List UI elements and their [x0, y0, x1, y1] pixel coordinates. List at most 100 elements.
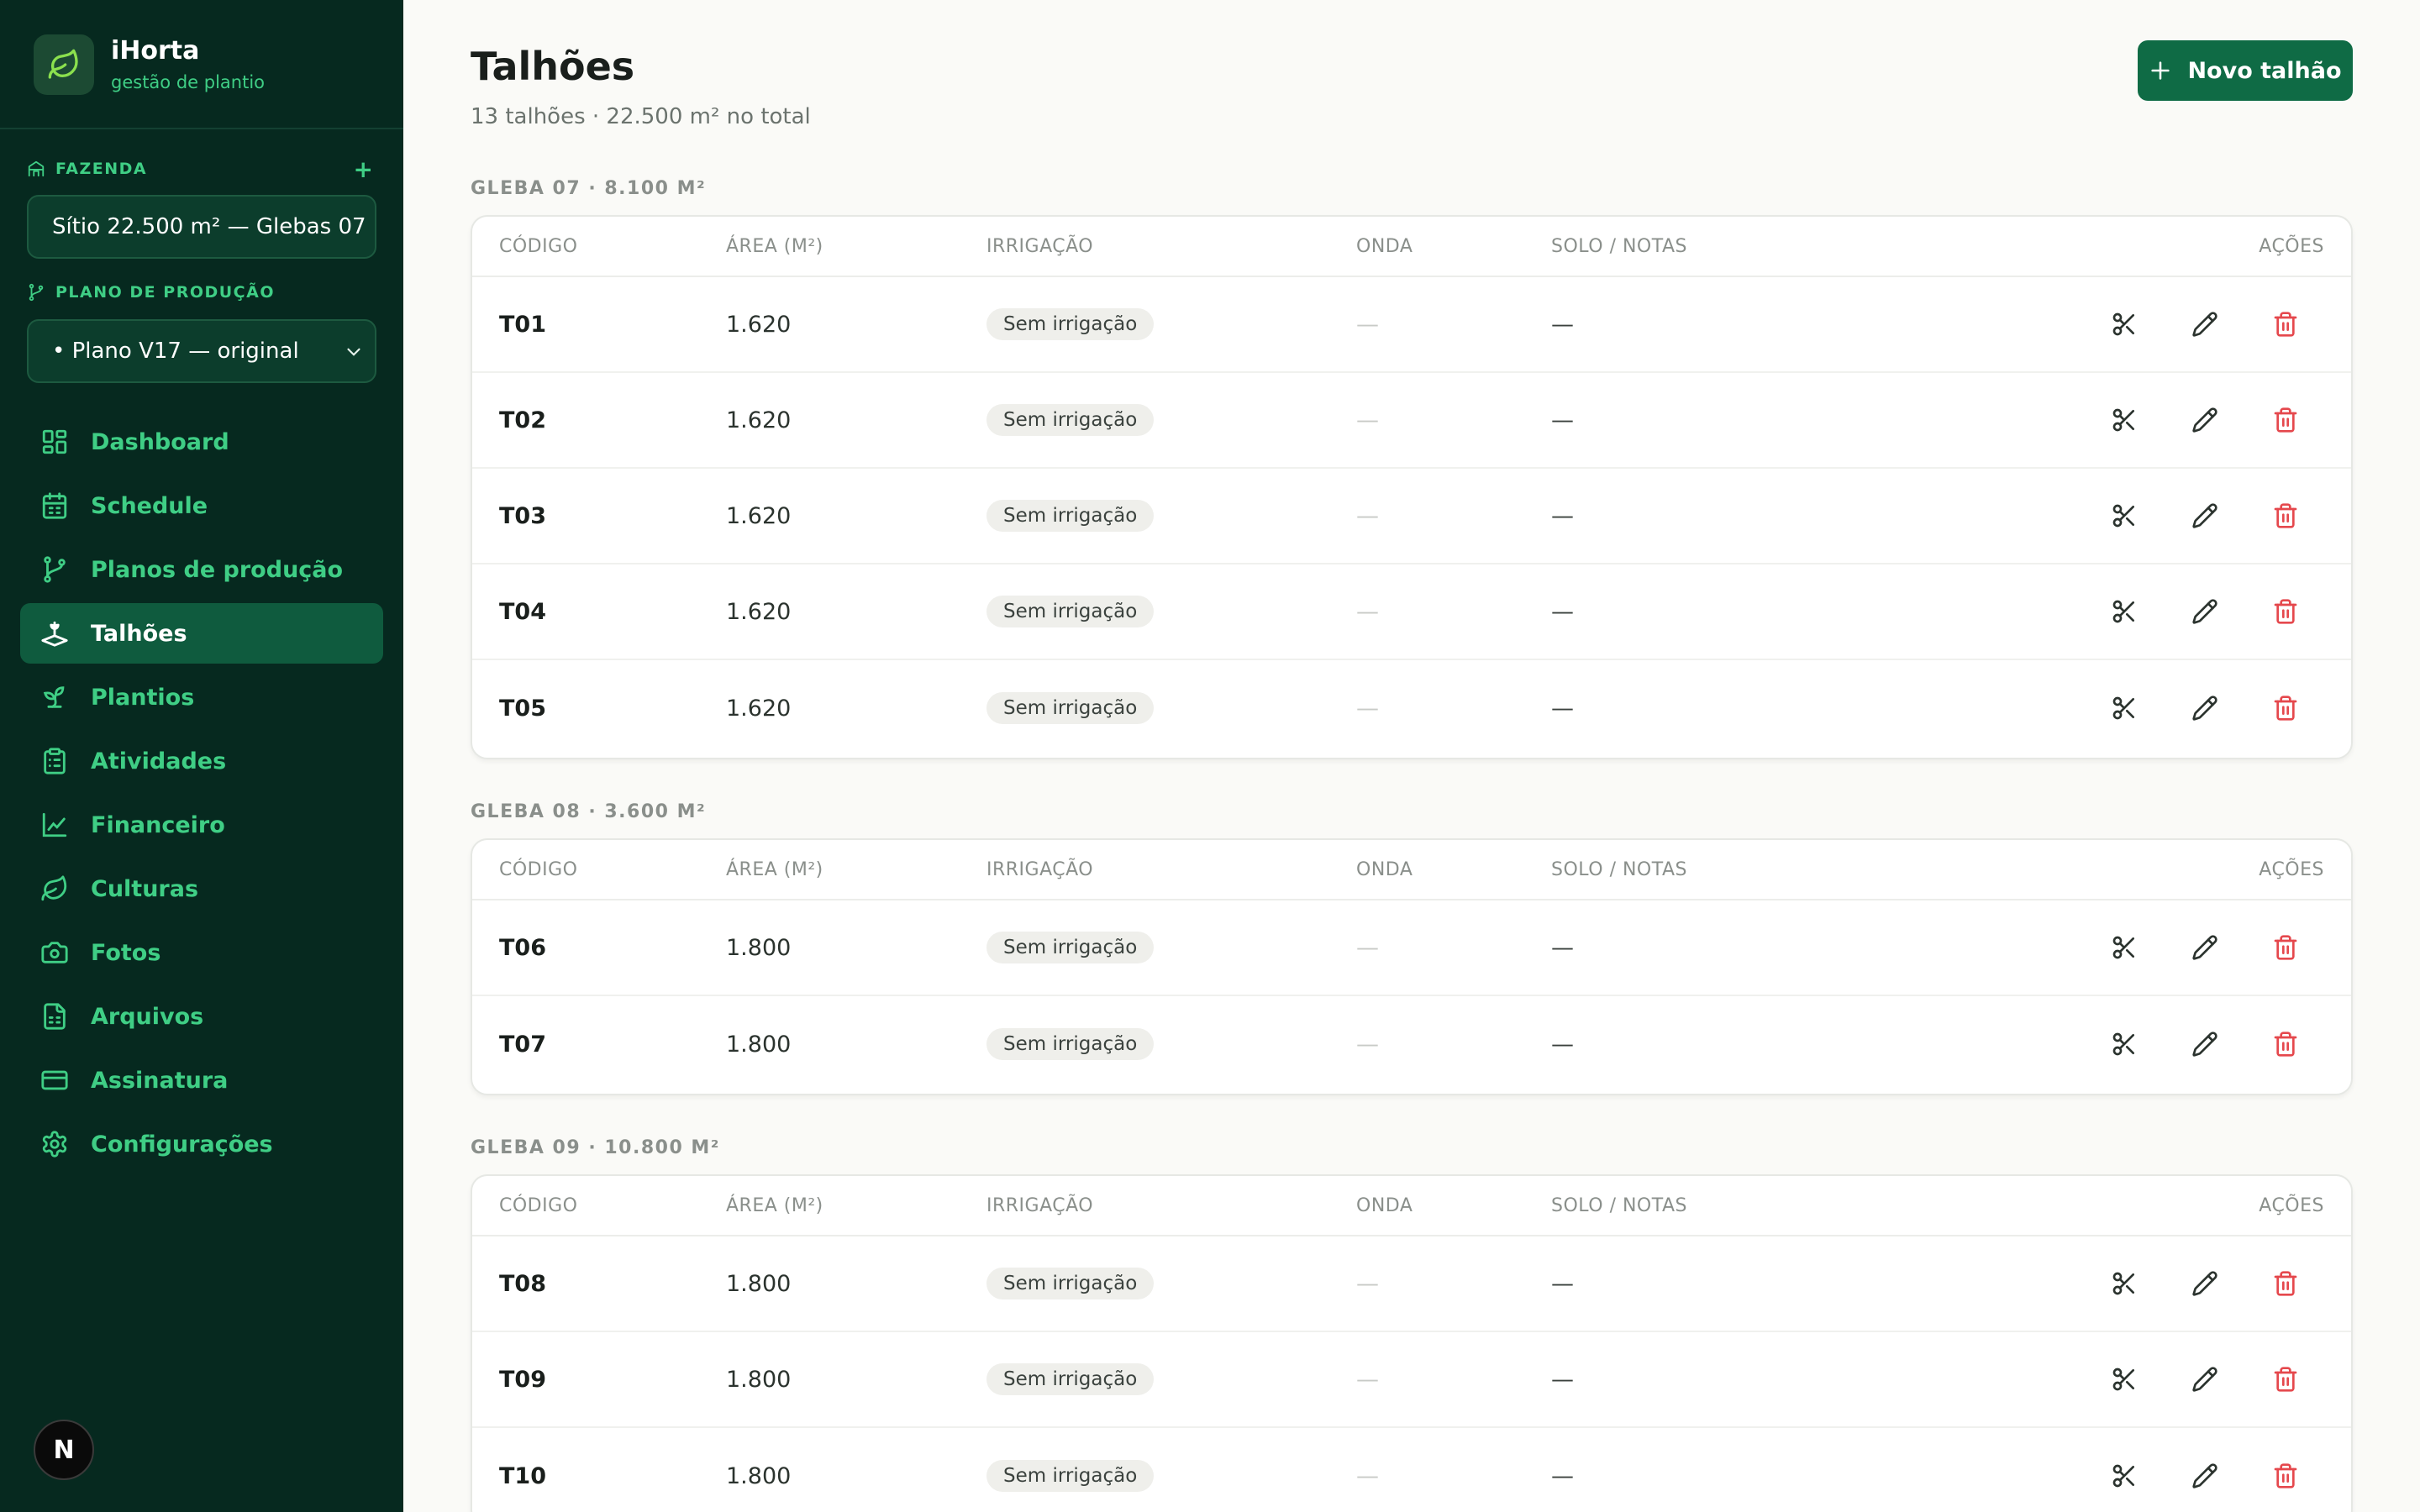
split-scissors-icon[interactable]: [2107, 403, 2141, 437]
sidebar-item-planos[interactable]: Planos de produção: [20, 539, 383, 600]
delete-trash-icon[interactable]: [2269, 931, 2302, 964]
new-talhao-button[interactable]: Novo talhão: [2138, 40, 2353, 101]
add-farm-button[interactable]: +: [354, 158, 373, 181]
split-scissors-icon[interactable]: [2107, 931, 2141, 964]
edit-pencil-icon[interactable]: [2188, 1362, 2222, 1396]
credit-card-icon: [41, 1070, 68, 1090]
talhoes-table: CÓDIGO ÁREA (M²) IRRIGAÇÃO ONDA SOLO / NOTAS…: [471, 1174, 2353, 1512]
irrigation-badge: Sem irrigação: [986, 1363, 1155, 1395]
cell-code: T02: [499, 407, 546, 433]
table-header: CÓDIGO ÁREA (M²) IRRIGAÇÃO ONDA SOLO / NOTAS…: [472, 217, 2351, 277]
edit-pencil-icon[interactable]: [2188, 1027, 2222, 1061]
sidebar-item-culturas[interactable]: Culturas: [20, 858, 383, 919]
delete-trash-icon[interactable]: [2269, 403, 2302, 437]
sidebar-item-assinatura[interactable]: Assinatura: [20, 1050, 383, 1110]
row-actions: [2060, 931, 2302, 964]
col-soil: SOLO / NOTAS: [1551, 1194, 1687, 1216]
farm-select[interactable]: Sítio 22.500 m² — Glebas 07/08/09: [27, 195, 376, 259]
edit-pencil-icon[interactable]: [2188, 1459, 2222, 1493]
cell-area: 1.620: [726, 407, 792, 433]
delete-trash-icon[interactable]: [2269, 691, 2302, 725]
irrigation-badge: Sem irrigação: [986, 308, 1155, 340]
table-row: T04 1.620 Sem irrigação — —: [472, 564, 2351, 660]
leaf-icon: [41, 875, 67, 901]
table-row: T09 1.800 Sem irrigação — —: [472, 1332, 2351, 1428]
split-scissors-icon[interactable]: [2107, 1027, 2141, 1061]
split-scissors-icon[interactable]: [2107, 595, 2141, 628]
table-header: CÓDIGO ÁREA (M²) IRRIGAÇÃO ONDA SOLO / NOTAS…: [472, 840, 2351, 900]
cell-wave: —: [1356, 1031, 1379, 1058]
calendar-icon: [42, 492, 67, 519]
edit-pencil-icon[interactable]: [2188, 1267, 2222, 1300]
cell-code: T10: [499, 1462, 546, 1489]
cell-code: T03: [499, 502, 546, 529]
cell-area: 1.800: [726, 1031, 792, 1058]
cell-area: 1.620: [726, 598, 792, 625]
cell-wave: —: [1356, 311, 1379, 338]
cell-soil: —: [1551, 1462, 1574, 1489]
plan-select[interactable]: • Plano V17 — original: [27, 319, 376, 383]
split-scissors-icon[interactable]: [2107, 1362, 2141, 1396]
delete-trash-icon[interactable]: [2269, 595, 2302, 628]
sidebar-item-atividades[interactable]: Atividades: [20, 731, 383, 791]
sidebar-item-schedule[interactable]: Schedule: [20, 475, 383, 536]
split-scissors-icon[interactable]: [2107, 307, 2141, 341]
sidebar-item-fotos[interactable]: Fotos: [20, 922, 383, 983]
col-irrigation: IRRIGAÇÃO: [986, 1194, 1094, 1216]
row-actions: [2060, 1362, 2302, 1396]
sidebar-item-plantios[interactable]: Plantios: [20, 667, 383, 727]
edit-pencil-icon[interactable]: [2188, 595, 2222, 628]
brand[interactable]: iHorta gestão de plantio: [34, 34, 265, 96]
cell-wave: —: [1356, 598, 1379, 625]
sidebar-item-arquivos[interactable]: Arquivos: [20, 986, 383, 1047]
delete-trash-icon[interactable]: [2269, 307, 2302, 341]
row-actions: [2060, 1267, 2302, 1300]
col-irrigation: IRRIGAÇÃO: [986, 858, 1094, 880]
edit-pencil-icon[interactable]: [2188, 499, 2222, 533]
edit-pencil-icon[interactable]: [2188, 307, 2222, 341]
group-label: GLEBA 08 · 3.600 M²: [471, 801, 707, 822]
delete-trash-icon[interactable]: [2269, 1267, 2302, 1300]
table-row: T06 1.800 Sem irrigação — —: [472, 900, 2351, 996]
sidebar-item-configuracoes[interactable]: Configurações: [20, 1114, 383, 1174]
delete-trash-icon[interactable]: [2269, 1027, 2302, 1061]
irrigation-badge: Sem irrigação: [986, 1028, 1155, 1060]
sidebar-item-talhoes[interactable]: Talhões: [20, 603, 383, 664]
main-content: Talhões 13 talhões · 22.500 m² no total …: [471, 0, 2353, 1512]
edit-pencil-icon[interactable]: [2188, 691, 2222, 725]
delete-trash-icon[interactable]: [2269, 1362, 2302, 1396]
cell-wave: —: [1356, 1366, 1379, 1393]
cell-area: 1.800: [726, 1462, 792, 1489]
sidebar-divider: [0, 128, 403, 129]
sidebar-item-financeiro[interactable]: Financeiro: [20, 795, 383, 855]
split-scissors-icon[interactable]: [2107, 1459, 2141, 1493]
cell-soil: —: [1551, 407, 1574, 433]
edit-pencil-icon[interactable]: [2188, 931, 2222, 964]
edit-pencil-icon[interactable]: [2188, 403, 2222, 437]
col-wave: ONDA: [1356, 858, 1413, 880]
delete-trash-icon[interactable]: [2269, 499, 2302, 533]
cell-soil: —: [1551, 934, 1574, 961]
col-soil: SOLO / NOTAS: [1551, 858, 1687, 880]
row-actions: [2060, 691, 2302, 725]
farm-section-label: FAZENDA: [27, 160, 147, 178]
cell-wave: —: [1356, 695, 1379, 722]
cell-soil: —: [1551, 311, 1574, 338]
branch-icon: [44, 556, 66, 583]
cell-code: T09: [499, 1366, 546, 1393]
col-irrigation: IRRIGAÇÃO: [986, 235, 1094, 257]
camera-icon: [41, 942, 68, 963]
cell-code: T01: [499, 311, 546, 338]
avatar[interactable]: N: [34, 1420, 94, 1480]
split-scissors-icon[interactable]: [2107, 691, 2141, 725]
col-wave: ONDA: [1356, 1194, 1413, 1216]
app-name: iHorta: [111, 36, 200, 66]
irrigation-badge: Sem irrigação: [986, 1460, 1155, 1492]
cell-code: T08: [499, 1270, 546, 1297]
split-scissors-icon[interactable]: [2107, 499, 2141, 533]
irrigation-badge: Sem irrigação: [986, 404, 1155, 436]
sidebar-item-dashboard[interactable]: Dashboard: [20, 412, 383, 472]
cell-soil: —: [1551, 1366, 1574, 1393]
split-scissors-icon[interactable]: [2107, 1267, 2141, 1300]
delete-trash-icon[interactable]: [2269, 1459, 2302, 1493]
